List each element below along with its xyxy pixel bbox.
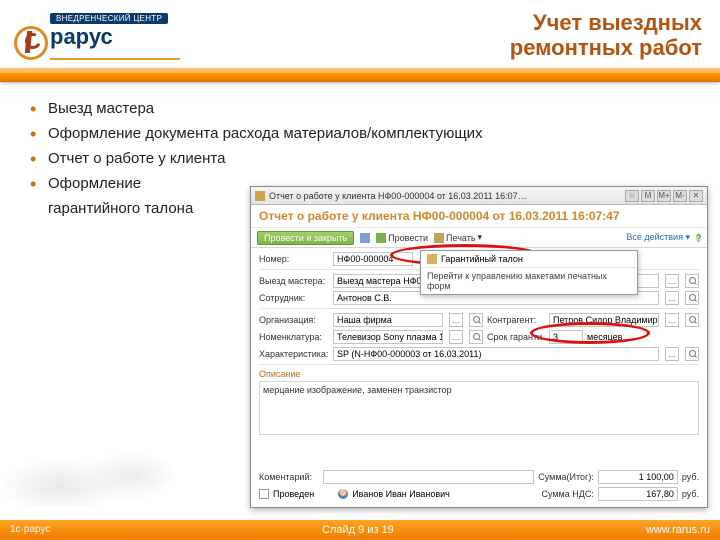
- lookup-button[interactable]: …: [665, 347, 679, 361]
- description-section: Описание мерцание изображение, заменен т…: [259, 369, 699, 435]
- footer-url: www.rarus.ru: [646, 524, 710, 536]
- currency-label: руб.: [682, 472, 699, 482]
- slide-title-line1: Учет выездных: [510, 10, 702, 35]
- window-titlebar: Отчет о работе у клиента НФ00-000004 от …: [251, 187, 707, 205]
- brand-name: рарус: [50, 24, 194, 50]
- label-charact: Характеристика:: [259, 349, 329, 359]
- search-icon[interactable]: [685, 274, 699, 288]
- favorite-icon[interactable]: ☆: [625, 190, 639, 202]
- highlight-oval: [530, 322, 650, 344]
- all-actions-link[interactable]: Все действия ▾: [626, 232, 690, 243]
- label-desc: Описание: [259, 369, 699, 379]
- user-icon: [338, 489, 348, 499]
- lookup-button[interactable]: …: [665, 291, 679, 305]
- run-button[interactable]: Провести: [376, 233, 428, 243]
- popup-item-warranty[interactable]: Гарантийный талон: [421, 251, 637, 267]
- bullet-item: Выезд мастера: [30, 100, 700, 117]
- org-field[interactable]: Наша фирма: [333, 313, 443, 327]
- bullet-item: Оформление документа расхода материалов/…: [30, 125, 700, 142]
- label-employee: Сотрудник:: [259, 293, 329, 303]
- brand-1c-icon: [14, 26, 48, 60]
- toolbar-m-icon[interactable]: M: [641, 190, 655, 202]
- search-icon[interactable]: [685, 347, 699, 361]
- search-icon[interactable]: [685, 313, 699, 327]
- document-icon: [255, 191, 265, 201]
- popup-hint[interactable]: Перейти к управлению макетами печатных ф…: [421, 268, 637, 294]
- lookup-button[interactable]: …: [665, 313, 679, 327]
- save-button[interactable]: [360, 233, 370, 243]
- search-icon[interactable]: [469, 313, 483, 327]
- currency-label: руб.: [682, 489, 699, 499]
- label-visit: Выезд мастера:: [259, 276, 329, 286]
- responsible-user: Иванов Иван Иванович: [352, 489, 537, 499]
- popup-item-label: Гарантийный талон: [441, 254, 523, 264]
- document-title: Отчет о работе у клиента НФ00-000004 от …: [251, 205, 707, 228]
- sum-nds-field[interactable]: 167,80: [598, 487, 678, 501]
- print-button[interactable]: Печать ▾: [434, 232, 482, 243]
- lookup-button[interactable]: …: [449, 330, 463, 344]
- app-window: Отчет о работе у клиента НФ00-000004 от …: [250, 186, 708, 508]
- bullet-item: Отчет о работе у клиента: [30, 150, 700, 167]
- print-icon: [434, 233, 444, 243]
- help-icon[interactable]: ?: [696, 233, 701, 243]
- nomen-field[interactable]: Телевизор Sony плазма 15'': [333, 330, 443, 344]
- search-icon[interactable]: [685, 291, 699, 305]
- charact-field[interactable]: SP (N-НФ00-000003 от 16.03.2011): [333, 347, 659, 361]
- run-and-close-button[interactable]: Провести и закрыть: [257, 231, 354, 245]
- close-icon[interactable]: ✕: [689, 190, 703, 202]
- label-posted: Проведен: [273, 489, 314, 499]
- label-sum-nds: Сумма НДС:: [541, 489, 593, 499]
- lookup-button[interactable]: …: [665, 274, 679, 288]
- lookup-button[interactable]: …: [449, 313, 463, 327]
- slide-title-line2: ремонтных работ: [510, 35, 702, 60]
- document-footer: Коментарий: Сумма(Итог): 1 100,00 руб. П…: [259, 467, 699, 501]
- label-sum-total: Сумма(Итог):: [538, 472, 594, 482]
- label-comment: Коментарий:: [259, 472, 319, 482]
- decoration-cloud: [0, 426, 200, 506]
- label-nomen: Номенклатура:: [259, 332, 329, 342]
- label-number: Номер:: [259, 254, 329, 264]
- document-icon: [427, 254, 437, 264]
- slide-header: ВНЕДРЕНЧЕСКИЙ ЦЕНТР рарус Учет выездных …: [0, 0, 720, 70]
- sum-total-field[interactable]: 1 100,00: [598, 470, 678, 484]
- comment-field[interactable]: [323, 470, 534, 484]
- slide-footer: 1с·рарус Слайд 9 из 19 www.rarus.ru: [0, 520, 720, 540]
- run-icon: [376, 233, 386, 243]
- description-textarea[interactable]: мерцание изображение, заменен транзистор: [259, 381, 699, 435]
- toolbar-m2-icon[interactable]: M+: [657, 190, 671, 202]
- window-title: Отчет о работе у клиента НФ00-000004 от …: [269, 191, 529, 201]
- posted-checkbox[interactable]: [259, 489, 269, 499]
- label-org: Организация:: [259, 315, 329, 325]
- print-dropdown: Гарантийный талон Перейти к управлению м…: [420, 250, 638, 295]
- label-counterparty: Контрагент:: [487, 315, 545, 325]
- save-icon: [360, 233, 370, 243]
- brand-logo: ВНЕДРЕНЧЕСКИЙ ЦЕНТР рарус: [14, 8, 194, 56]
- slide-title: Учет выездных ремонтных работ: [510, 10, 702, 61]
- slide-counter: Слайд 9 из 19: [70, 524, 646, 536]
- toolbar-m3-icon[interactable]: M-: [673, 190, 687, 202]
- footer-brand: 1с·рарус: [10, 524, 70, 536]
- header-divider: [0, 68, 720, 82]
- search-icon[interactable]: [469, 330, 483, 344]
- brand-badge: ВНЕДРЕНЧЕСКИЙ ЦЕНТР: [50, 13, 168, 24]
